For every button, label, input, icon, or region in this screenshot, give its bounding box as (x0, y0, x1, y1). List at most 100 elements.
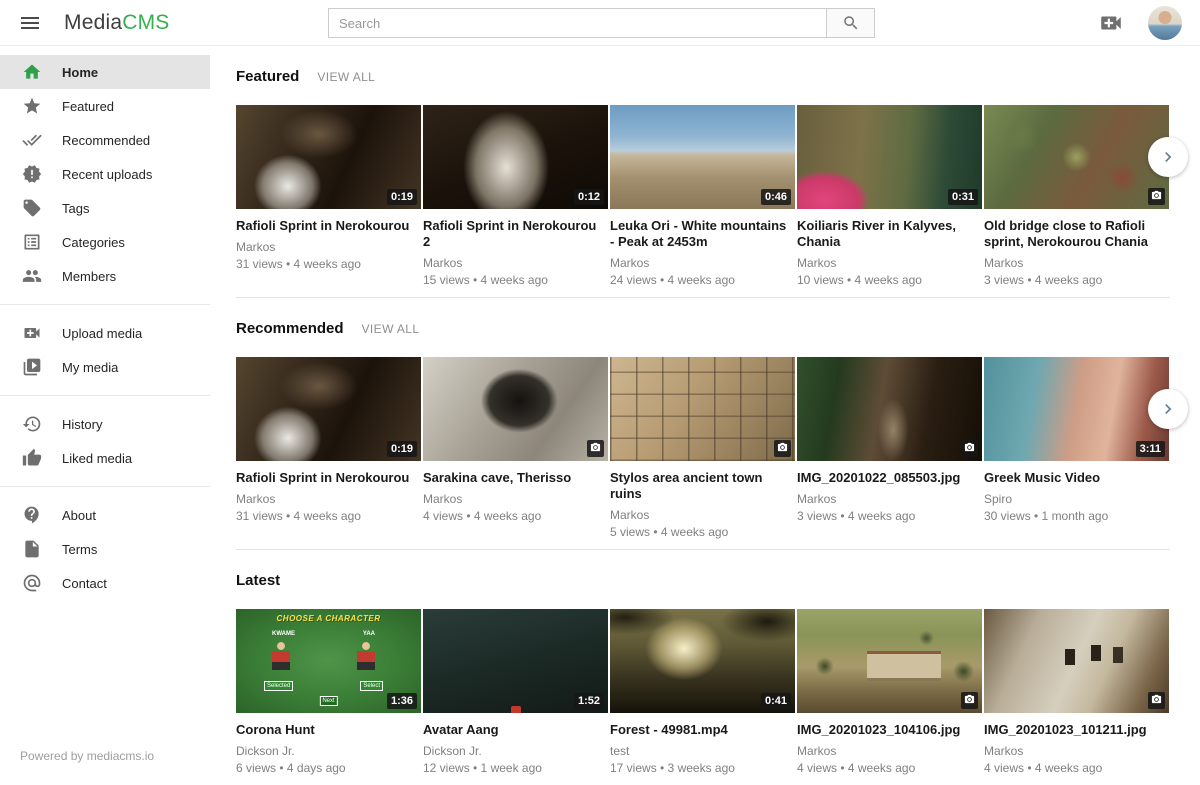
view-all-link[interactable]: VIEW ALL (362, 322, 420, 336)
media-thumbnail[interactable]: 0:31 (797, 105, 982, 209)
media-card[interactable]: IMG_20201023_101211.jpgMarkos4 views • 4… (984, 609, 1169, 775)
media-thumbnail[interactable] (797, 357, 982, 461)
media-author[interactable]: Markos (423, 256, 608, 270)
powered-by-text[interactable]: Powered by mediacms.io (20, 749, 154, 763)
media-card[interactable]: Sarakina cave, TherissoMarkos4 views • 4… (423, 357, 608, 539)
media-card[interactable]: 0:19 Rafioli Sprint in Nerokourou Markos 31… (236, 357, 421, 539)
app-logo[interactable]: MediaCMS (64, 11, 169, 35)
media-author[interactable]: Markos (984, 256, 1169, 270)
media-title[interactable]: Stylos area ancient town ruins (610, 470, 795, 502)
media-thumbnail[interactable]: 0:41 (610, 609, 795, 713)
media-author[interactable]: Spiro (984, 492, 1169, 506)
user-avatar[interactable] (1148, 6, 1182, 40)
media-thumbnail[interactable]: CHOOSE A CHARACTERKWAMEYAASelectedNextSe… (236, 609, 421, 713)
game-character (272, 640, 290, 670)
media-author[interactable]: Markos (610, 256, 795, 270)
search-button[interactable] (826, 8, 875, 38)
media-author[interactable]: Markos (797, 492, 982, 506)
media-title[interactable]: Koiliaris River in Kalyves, Chania (797, 218, 982, 250)
media-title[interactable]: Corona Hunt (236, 722, 421, 738)
sidebar-item-terms[interactable]: Terms (0, 532, 210, 566)
media-title[interactable]: Rafioli Sprint in Nerokourou (236, 218, 421, 234)
media-thumbnail[interactable] (984, 609, 1169, 713)
media-title[interactable]: Old bridge close to Rafioli sprint, Nero… (984, 218, 1169, 250)
media-card[interactable]: Stylos area ancient town ruinsMarkos5 vi… (610, 357, 795, 539)
media-thumbnail[interactable]: 1:52 (423, 609, 608, 713)
media-card[interactable]: 0:31 Koiliaris River in Kalyves, Chania Ma… (797, 105, 982, 287)
media-card[interactable]: Old bridge close to Rafioli sprint, Nero… (984, 105, 1169, 287)
sidebar-item-recent-uploads[interactable]: Recent uploads (0, 157, 210, 191)
media-author[interactable]: Dickson Jr. (423, 744, 608, 758)
sidebar-item-tags[interactable]: Tags (0, 191, 210, 225)
media-author[interactable]: Markos (797, 744, 982, 758)
sidebar-item-history[interactable]: History (0, 407, 210, 441)
media-title[interactable]: Rafioli Sprint in Nerokourou 2 (423, 218, 608, 250)
sidebar-item-upload-media[interactable]: Upload media (0, 316, 210, 350)
media-card[interactable]: 0:12 Rafioli Sprint in Nerokourou 2 Markos… (423, 105, 608, 287)
menu-icon[interactable] (18, 11, 42, 35)
media-author[interactable]: Dickson Jr. (236, 744, 421, 758)
camera-icon (590, 442, 601, 453)
game-character-name: YAA (363, 631, 375, 637)
sidebar-item-contact[interactable]: Contact (0, 566, 210, 600)
sidebar-item-about[interactable]: About (0, 498, 210, 532)
photo-type-badge (1148, 692, 1165, 709)
media-title[interactable]: Forest - 49981.mp4 (610, 722, 795, 738)
media-card[interactable]: CHOOSE A CHARACTERKWAMEYAASelectedNextSe… (236, 609, 421, 775)
media-card[interactable]: IMG_20201022_085503.jpgMarkos3 views • 4… (797, 357, 982, 539)
scroll-right-button[interactable] (1148, 389, 1188, 429)
media-author[interactable]: Markos (236, 240, 421, 254)
game-character (357, 640, 375, 670)
media-thumbnail[interactable] (610, 357, 795, 461)
media-card[interactable]: 0:46 Leuka Ori - White mountains - Peak a… (610, 105, 795, 287)
media-thumbnail[interactable] (984, 105, 1169, 209)
section-featured: FeaturedVIEW ALL0:19Rafioli Sprint in Ne… (236, 46, 1170, 298)
media-thumbnail[interactable]: 3:11 (984, 357, 1169, 461)
media-thumbnail[interactable] (423, 357, 608, 461)
sidebar-item-recommended[interactable]: Recommended (0, 123, 210, 157)
media-meta: 31 views • 4 weeks ago (236, 509, 421, 523)
media-author[interactable]: Markos (797, 256, 982, 270)
scroll-right-button[interactable] (1148, 137, 1188, 177)
media-card[interactable]: 3:11Greek Music VideoSpiro30 views • 1 m… (984, 357, 1169, 539)
media-card[interactable]: IMG_20201023_104106.jpg Markos 4 views • 4… (797, 609, 982, 775)
sidebar-item-members[interactable]: Members (0, 259, 210, 293)
media-title[interactable]: IMG_20201023_101211.jpg (984, 722, 1169, 738)
media-thumbnail[interactable] (797, 609, 982, 713)
media-author[interactable]: test (610, 744, 795, 758)
media-card[interactable]: 1:52Avatar AangDickson Jr.12 views • 1 w… (423, 609, 608, 775)
media-title[interactable]: Rafioli Sprint in Nerokourou (236, 470, 421, 486)
media-author[interactable]: Markos (984, 744, 1169, 758)
sidebar-item-liked-media[interactable]: Liked media (0, 441, 210, 475)
media-thumbnail[interactable]: 0:19 (236, 357, 421, 461)
media-title[interactable]: Sarakina cave, Therisso (423, 470, 608, 486)
media-title[interactable]: IMG_20201022_085503.jpg (797, 470, 982, 486)
media-author[interactable]: Markos (423, 492, 608, 506)
sidebar-item-featured[interactable]: Featured (0, 89, 210, 123)
media-title[interactable]: Avatar Aang (423, 722, 608, 738)
media-meta: 4 views • 4 weeks ago (797, 761, 982, 775)
media-thumbnail[interactable]: 0:46 (610, 105, 795, 209)
media-thumbnail[interactable]: 0:19 (236, 105, 421, 209)
sidebar-item-my-media[interactable]: My media (0, 350, 210, 384)
media-title[interactable]: Leuka Ori - White mountains - Peak at 24… (610, 218, 795, 250)
sidebar-item-label: My media (62, 360, 118, 375)
sidebar-item-categories[interactable]: Categories (0, 225, 210, 259)
add-video-icon[interactable] (1098, 10, 1124, 36)
media-card[interactable]: 0:41 Forest - 49981.mp4 test 17 views • 3 w… (610, 609, 795, 775)
email-icon (22, 573, 42, 593)
view-all-link[interactable]: VIEW ALL (317, 70, 375, 84)
media-thumbnail[interactable]: 0:12 (423, 105, 608, 209)
media-title[interactable]: Greek Music Video (984, 470, 1169, 486)
media-author[interactable]: Markos (610, 508, 795, 522)
sidebar-item-home[interactable]: Home (0, 55, 210, 89)
search-input[interactable] (328, 8, 827, 38)
media-title[interactable]: IMG_20201023_104106.jpg (797, 722, 982, 738)
media-meta: 17 views • 3 weeks ago (610, 761, 795, 775)
section-recommended: RecommendedVIEW ALL0:19Rafioli Sprint in… (236, 298, 1170, 550)
thumb-up-icon (22, 448, 42, 468)
media-author[interactable]: Markos (236, 492, 421, 506)
top-header: MediaCMS (0, 0, 1200, 46)
media-card[interactable]: 0:19Rafioli Sprint in NerokourouMarkos31… (236, 105, 421, 287)
history-icon (22, 414, 42, 434)
